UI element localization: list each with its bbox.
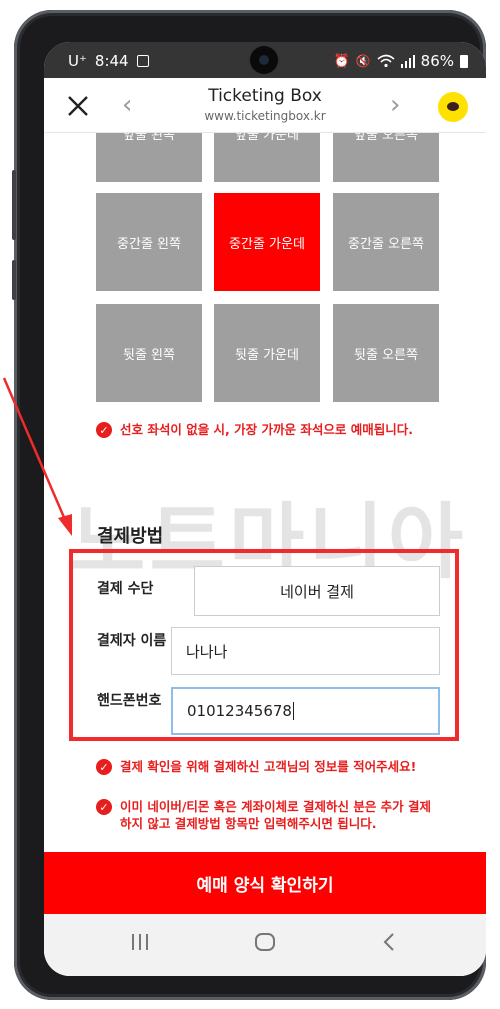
text-cursor <box>292 702 294 720</box>
seat-back-left[interactable]: 뒷줄 왼쪽 <box>96 304 202 402</box>
mute-icon: 🔇 <box>355 54 371 68</box>
phone-value: 01012345678 <box>187 702 292 720</box>
volume-button <box>12 170 16 240</box>
payment-method-button[interactable]: 네이버 결제 <box>194 566 440 616</box>
seat-back-center[interactable]: 뒷줄 가운데 <box>214 304 320 402</box>
signal-icon <box>400 55 415 68</box>
payment-section-title: 결제방법 <box>97 526 164 547</box>
phone-frame: U⁺ 8:44 ⏰ 🔇 86% ‹ Ticketing Box www.tick… <box>12 10 486 1000</box>
recent-apps-icon[interactable] <box>130 932 150 952</box>
check-icon: ✓ <box>96 799 112 815</box>
ticket-form: 앞줄 왼쪽 앞줄 가운데 앞줄 오른쪽 중간줄 왼쪽 중간줄 가운데 중간줄 오… <box>44 84 486 976</box>
submit-button[interactable]: 예매 양식 확인하기 <box>44 852 486 914</box>
front-camera <box>250 46 278 74</box>
payer-name-label: 결제자 이름 <box>97 633 167 649</box>
payment-method-label: 결제 수단 <box>97 581 154 597</box>
seat-middle-left[interactable]: 중간줄 왼쪽 <box>96 193 202 291</box>
payment-note-1-text: 결제 확인을 위해 결제하신 고객님의 정보를 적어주세요! <box>120 759 417 774</box>
phone-field[interactable]: 01012345678 <box>171 687 440 735</box>
status-bar: U⁺ 8:44 ⏰ 🔇 86% <box>44 42 486 78</box>
wifi-icon <box>377 54 395 68</box>
check-icon: ✓ <box>96 759 112 775</box>
seat-back-right[interactable]: 뒷줄 오른쪽 <box>333 304 439 402</box>
page-url: www.ticketingbox.kr <box>204 109 326 123</box>
payment-note-2-text: 이미 네이버/티몬 혹은 계좌이체로 결제하신 분은 추가 결제하지 않고 결제… <box>120 799 432 831</box>
browser-header: ‹ Ticketing Box www.ticketingbox.kr › <box>44 78 486 133</box>
android-nav-bar <box>44 914 486 976</box>
bixby-button <box>12 260 16 300</box>
battery-label: 86% <box>420 52 454 70</box>
gallery-icon <box>136 55 149 67</box>
payment-note-2: ✓ 이미 네이버/티몬 혹은 계좌이체로 결제하신 분은 추가 결제하지 않고 … <box>96 798 441 832</box>
seat-middle-right[interactable]: 중간줄 오른쪽 <box>333 193 439 291</box>
check-icon: ✓ <box>96 422 112 438</box>
seat-note: ✓ 선호 좌석이 없을 시, 가장 가까운 좌석으로 예매됩니다. <box>96 421 431 438</box>
forward-chevron-icon[interactable]: › <box>390 92 400 118</box>
home-icon[interactable] <box>254 932 276 952</box>
payment-note-1: ✓ 결제 확인을 위해 결제하신 고객님의 정보를 적어주세요! <box>96 758 436 775</box>
payer-name-field[interactable]: 나나나 <box>171 627 440 675</box>
screen: U⁺ 8:44 ⏰ 🔇 86% ‹ Ticketing Box www.tick… <box>44 42 486 976</box>
battery-icon <box>460 54 468 68</box>
nav-back-icon[interactable] <box>382 932 396 952</box>
payer-name-value: 나나나 <box>186 642 228 661</box>
clock: 8:44 <box>94 52 129 70</box>
seat-middle-center-selected[interactable]: 중간줄 가운데 <box>214 193 320 291</box>
page-title: Ticketing Box <box>208 86 322 106</box>
phone-label: 핸드폰번호 <box>97 693 162 709</box>
alarm-icon: ⏰ <box>333 53 350 69</box>
seat-note-text: 선호 좌석이 없을 시, 가장 가까운 좌석으로 예매됩니다. <box>120 422 413 437</box>
carrier-label: U⁺ <box>68 52 87 70</box>
kakao-chat-icon[interactable] <box>438 92 468 122</box>
